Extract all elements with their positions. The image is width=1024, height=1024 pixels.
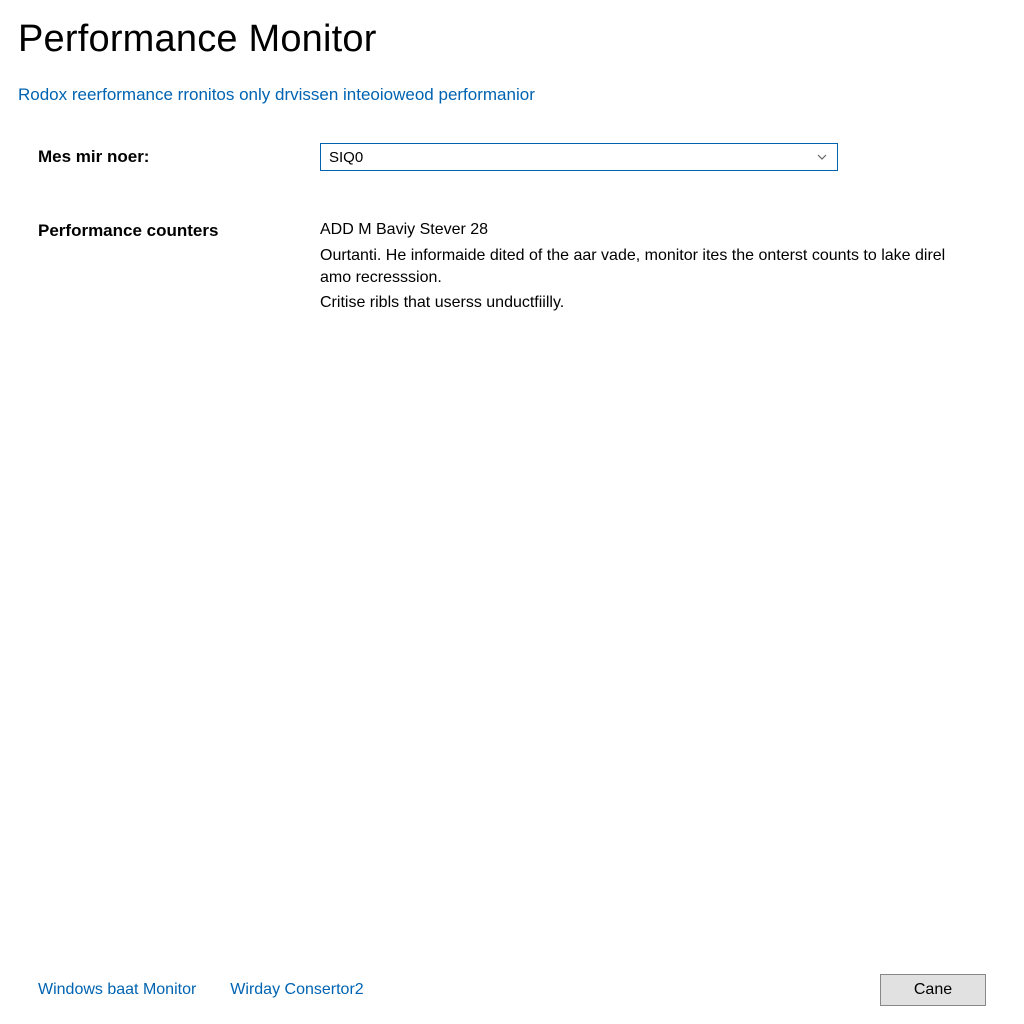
moner-combobox[interactable]: SIQ0 — [320, 143, 838, 171]
footer-link-consertor[interactable]: Wirday Consertor2 — [230, 981, 363, 999]
counters-description-2: Critise ribls that userss unductfiilly. — [320, 292, 966, 314]
cancel-button[interactable]: Cane — [880, 974, 986, 1006]
subtitle-link[interactable]: Rodox reerformance rronitos only drvisse… — [18, 85, 1006, 105]
footer-link-monitor[interactable]: Windows baat Monitor — [38, 981, 196, 999]
counters-label: Performance counters — [38, 221, 320, 241]
page-title: Performance Monitor — [18, 18, 1006, 61]
counters-heading: ADD M Baviy Stever 28 — [320, 221, 966, 239]
counters-description-1: Ourtanti. He informaide dited of the aar… — [320, 245, 966, 288]
moner-value: SIQ0 — [329, 149, 363, 166]
moner-label: Mes mir noer: — [38, 143, 320, 167]
chevron-down-icon — [815, 150, 829, 164]
